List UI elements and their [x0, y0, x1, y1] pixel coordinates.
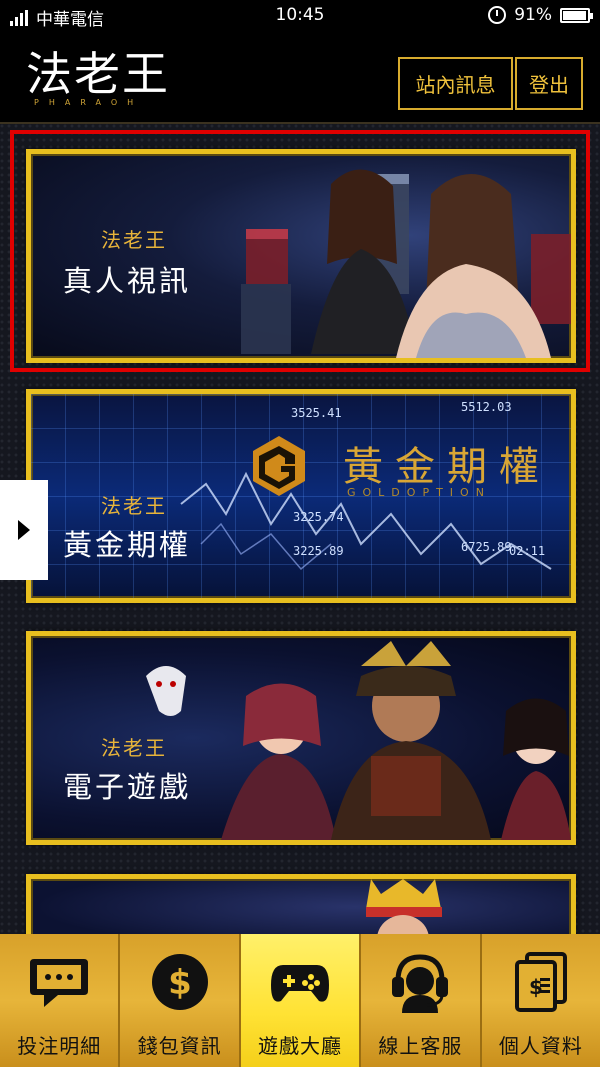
battery-percent: 91%	[514, 5, 552, 25]
card-brand: 法老王	[101, 228, 167, 252]
app-header: 法老王 PHARAOH 站內訊息 登出	[0, 32, 600, 124]
document-dollar-icon: $	[509, 952, 573, 1012]
fourth-game-card[interactable]	[26, 874, 576, 934]
logo-text: 法老王	[26, 47, 170, 101]
ticker-label: 6725.89	[461, 540, 512, 554]
gold-option-logo-name: 黃金期權	[343, 444, 551, 490]
e-games-card[interactable]: 法老王 電子遊戲	[26, 631, 576, 845]
gamepad-icon	[268, 952, 332, 1012]
battery-icon	[560, 7, 593, 23]
nav-game-lobby[interactable]: 遊戲大廳	[240, 934, 362, 1067]
nav-label: 投注明細	[17, 1034, 102, 1058]
live-video-card[interactable]: 法老王 真人視訊	[26, 149, 576, 363]
ticker-label: 3225.89	[293, 544, 344, 558]
fortune-god-artwork	[366, 879, 442, 934]
nav-wallet-info[interactable]: $ 錢包資訊	[120, 934, 241, 1067]
nav-online-support[interactable]: 線上客服	[361, 934, 482, 1067]
card-brand: 法老王	[101, 494, 167, 518]
ticker-label: 3225.74	[293, 510, 344, 524]
ticker-label: 5512.03	[461, 400, 512, 414]
headset-icon	[388, 952, 452, 1013]
chevron-right-icon	[18, 520, 30, 540]
dollar-coin-icon: $	[148, 952, 212, 1012]
svg-text:$: $	[168, 963, 192, 1003]
gold-option-card[interactable]: 黃金期權 GOLDOPTION 5512.03 3525.41 3225.74 …	[26, 389, 576, 603]
app-logo[interactable]: 法老王 PHARAOH	[26, 48, 170, 107]
nav-label: 線上客服	[378, 1034, 463, 1058]
nav-label: 個人資料	[498, 1034, 583, 1058]
logout-button[interactable]: 登出	[515, 57, 583, 110]
bottom-navigation: 投注明細 $ 錢包資訊 遊戲大廳 線上客服 $ 個人資料	[0, 934, 600, 1067]
status-bar: 中華電信 10:45 91%	[0, 0, 600, 32]
game-lobby-content: 法老王 真人視訊 黃金期權 GOLDOPTION 5512.03 3525.41…	[0, 124, 600, 934]
nav-label: 錢包資訊	[137, 1034, 222, 1058]
nav-personal-info[interactable]: $ 個人資料	[481, 934, 600, 1067]
card-brand: 法老王	[101, 736, 167, 760]
gold-option-logo-icon	[253, 436, 305, 496]
ticker-label: 02:11	[509, 544, 546, 558]
side-menu-toggle[interactable]	[0, 480, 48, 580]
alarm-icon	[488, 6, 507, 24]
nav-label: 遊戲大廳	[258, 1034, 343, 1058]
live-dealer-artwork	[241, 169, 571, 358]
chat-bubble-icon	[27, 952, 91, 1012]
card-title: 黃金期權	[63, 528, 192, 562]
gold-option-logo-sub: GOLDOPTION	[347, 486, 491, 499]
card-title: 電子遊戲	[63, 770, 192, 804]
ticker-label: 3525.41	[291, 406, 342, 420]
card-title: 真人視訊	[63, 264, 192, 298]
messages-button[interactable]: 站內訊息	[398, 57, 513, 110]
nav-bet-details[interactable]: 投注明細	[0, 934, 121, 1067]
